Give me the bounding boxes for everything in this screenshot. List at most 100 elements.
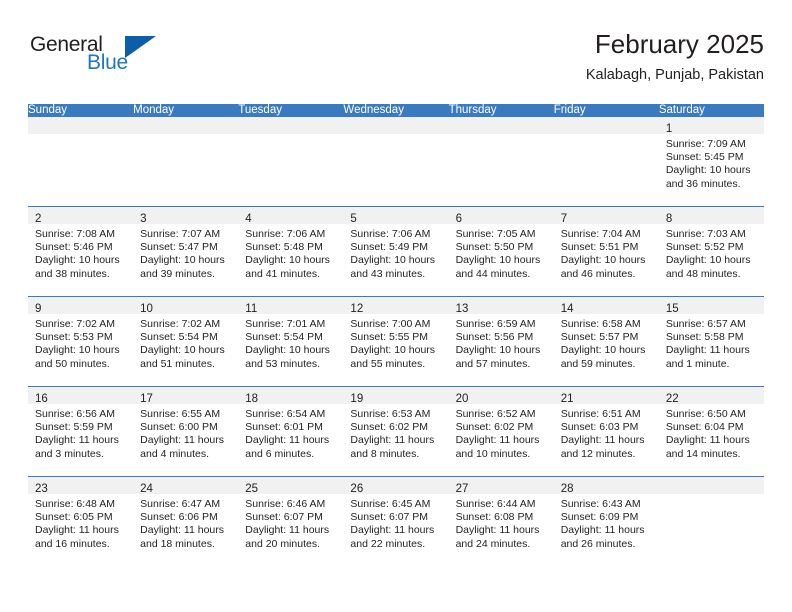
calendar-day-cell[interactable]: 24 Sunrise: 6:47 AM Sunset: 6:06 PM Dayligh… <box>133 476 239 566</box>
calendar-day-cell[interactable]: 21 Sunrise: 6:51 AM Sunset: 6:03 PM Dayligh… <box>553 386 659 477</box>
day-info-line: and 8 minutes. <box>350 447 420 460</box>
day-number: 7 <box>560 213 568 225</box>
day-number: 18 <box>245 393 259 405</box>
day-number-band: 12 <box>343 297 449 315</box>
day-info-line: Daylight: 11 hours <box>455 524 540 537</box>
day-info-line: Sunrise: 6:44 AM <box>455 498 536 510</box>
calendar-day-cell[interactable]: 10 Sunrise: 7:02 AM Sunset: 5:54 PM Dayligh… <box>133 296 239 387</box>
day-info-line: Sunrise: 7:08 AM <box>35 228 115 240</box>
calendar-day-cell[interactable]: 4 Sunrise: 7:06 AM Sunset: 5:48 PM Daylight… <box>238 206 344 297</box>
calendar-day-cell[interactable]: 16 Sunrise: 6:56 AM Sunset: 5:59 PM Dayligh… <box>28 386 134 477</box>
weekday-header-saturday: Saturday <box>658 104 764 117</box>
day-info-line: Daylight: 11 hours <box>245 524 330 537</box>
day-info-line: Sunset: 6:04 PM <box>665 421 744 434</box>
day-info-line: and 10 minutes. <box>455 447 531 460</box>
day-number-band: 8 <box>658 207 764 225</box>
day-info-line: Sunset: 6:02 PM <box>350 421 429 434</box>
day-number-band: 13 <box>448 297 554 315</box>
calendar-day-cell[interactable]: 5 Sunrise: 7:06 AM Sunset: 5:49 PM Daylight… <box>343 206 449 297</box>
day-info-line: and 20 minutes. <box>245 537 320 550</box>
calendar-day-cell[interactable]: 28 Sunrise: 6:43 AM Sunset: 6:09 PM Dayligh… <box>553 476 659 566</box>
day-info-line: and 38 minutes. <box>35 267 110 280</box>
calendar-day-cell[interactable]: 18 Sunrise: 6:54 AM Sunset: 6:01 PM Dayligh… <box>238 386 344 477</box>
day-sun-info: Sunrise: 7:02 AM Sunset: 5:54 PM Daylight:… <box>133 314 238 371</box>
calendar-day-cell[interactable]: 27 Sunrise: 6:44 AM Sunset: 6:08 PM Dayligh… <box>448 476 554 566</box>
calendar-day-cell[interactable]: 25 Sunrise: 6:46 AM Sunset: 6:07 PM Dayligh… <box>238 476 344 566</box>
day-sun-info: Sunrise: 6:56 AM Sunset: 5:59 PM Daylight:… <box>28 404 133 461</box>
day-info-line: and 24 minutes. <box>455 537 531 550</box>
calendar-day-cell[interactable]: 26 Sunrise: 6:45 AM Sunset: 6:07 PM Dayligh… <box>343 476 449 566</box>
day-sun-info <box>238 134 343 138</box>
day-number-band <box>553 117 659 134</box>
weekday-header-sunday: Sunday <box>28 104 134 117</box>
day-info-line: and 3 minutes. <box>35 447 104 460</box>
day-info-line: Sunset: 5:48 PM <box>245 241 323 254</box>
day-info-line: Sunset: 6:09 PM <box>560 511 639 524</box>
day-info-line: and 39 minutes. <box>140 267 215 280</box>
calendar-day-cell[interactable]: 13 Sunrise: 6:59 AM Sunset: 5:56 PM Dayligh… <box>448 296 554 387</box>
day-number: 11 <box>245 303 258 315</box>
day-number-band: 20 <box>448 387 554 405</box>
day-info-line: Sunrise: 6:45 AM <box>350 498 431 510</box>
day-info-line: Sunset: 5:46 PM <box>35 241 113 254</box>
day-info-line: and 6 minutes. <box>245 447 315 460</box>
calendar-day-cell[interactable]: 11 Sunrise: 7:01 AM Sunset: 5:54 PM Dayligh… <box>238 296 344 387</box>
general-blue-logo[interactable]: General Blue <box>30 34 156 86</box>
calendar-day-cell[interactable]: 14 Sunrise: 6:58 AM Sunset: 5:57 PM Dayligh… <box>553 296 659 387</box>
day-sun-info: Sunrise: 7:07 AM Sunset: 5:47 PM Daylight:… <box>133 224 238 281</box>
day-info-line: and 36 minutes. <box>665 177 741 190</box>
day-number: 28 <box>560 483 574 495</box>
day-info-line: Sunrise: 6:46 AM <box>245 498 326 510</box>
day-info-line: Daylight: 11 hours <box>35 524 119 537</box>
day-sun-info: Sunrise: 6:46 AM Sunset: 6:07 PM Daylight:… <box>238 494 343 551</box>
day-number: 17 <box>140 393 153 405</box>
calendar-day-cell[interactable]: 9 Sunrise: 7:02 AM Sunset: 5:53 PM Daylight… <box>28 296 134 387</box>
day-number: 24 <box>140 483 153 495</box>
day-info-line: Sunset: 6:05 PM <box>35 511 113 524</box>
day-info-line: Daylight: 11 hours <box>350 524 435 537</box>
calendar-day-cell[interactable]: 8 Sunrise: 7:03 AM Sunset: 5:52 PM Daylight… <box>658 206 764 297</box>
calendar-day-cell[interactable]: 22 Sunrise: 6:50 AM Sunset: 6:04 PM Dayligh… <box>658 386 764 477</box>
calendar-day-cell[interactable]: 12 Sunrise: 7:00 AM Sunset: 5:55 PM Dayligh… <box>343 296 449 387</box>
day-number: 9 <box>35 303 42 315</box>
day-info-line: Sunset: 5:50 PM <box>455 241 534 254</box>
day-info-line: Daylight: 10 hours <box>140 344 225 357</box>
day-sun-info: Sunrise: 7:09 AM Sunset: 5:45 PM Daylight:… <box>659 134 764 191</box>
day-info-line: Sunrise: 6:54 AM <box>245 408 326 420</box>
day-number: 13 <box>455 303 469 315</box>
title-block: February 2025 Kalabagh, Punjab, Pakistan <box>586 28 764 85</box>
day-info-line: Sunset: 5:55 PM <box>350 331 429 344</box>
calendar-day-cell[interactable]: 3 Sunrise: 7:07 AM Sunset: 5:47 PM Daylight… <box>133 206 239 297</box>
day-info-line: and 1 minute. <box>665 357 730 370</box>
day-number: 22 <box>665 393 679 405</box>
day-info-line: Sunset: 6:03 PM <box>560 421 639 434</box>
calendar-day-cell[interactable]: 23 Sunrise: 6:48 AM Sunset: 6:05 PM Dayligh… <box>28 476 134 566</box>
calendar-day-cell[interactable]: 7 Sunrise: 7:04 AM Sunset: 5:51 PM Daylight… <box>553 206 659 297</box>
calendar-day-cell[interactable]: 2 Sunrise: 7:08 AM Sunset: 5:46 PM Daylight… <box>28 206 134 297</box>
calendar-day-cell[interactable]: 20 Sunrise: 6:52 AM Sunset: 6:02 PM Dayligh… <box>448 386 554 477</box>
day-info-line: Daylight: 11 hours <box>35 434 119 447</box>
day-info-line: Sunset: 5:56 PM <box>455 331 534 344</box>
day-number-band: 27 <box>448 477 554 495</box>
calendar-day-cell-empty <box>448 116 554 207</box>
day-sun-info: Sunrise: 7:00 AM Sunset: 5:55 PM Daylight:… <box>343 314 448 371</box>
day-number-band: 16 <box>28 387 134 405</box>
calendar-day-cell[interactable]: 6 Sunrise: 7:05 AM Sunset: 5:50 PM Daylight… <box>448 206 554 297</box>
day-info-line: Sunrise: 6:43 AM <box>560 498 641 510</box>
day-number: 3 <box>140 213 147 225</box>
day-number: 20 <box>455 393 469 405</box>
day-info-line: Daylight: 11 hours <box>140 434 224 447</box>
calendar-day-cell[interactable]: 19 Sunrise: 6:53 AM Sunset: 6:02 PM Dayligh… <box>343 386 449 477</box>
calendar-week-row: 16 Sunrise: 6:56 AM Sunset: 5:59 PM Dayligh… <box>28 386 764 477</box>
calendar-day-cell[interactable]: 17 Sunrise: 6:55 AM Sunset: 6:00 PM Dayligh… <box>133 386 239 477</box>
day-number: 1 <box>665 123 673 135</box>
day-number-band <box>343 117 449 134</box>
day-number-band: 28 <box>553 477 659 495</box>
calendar-day-cell[interactable]: 15 Sunrise: 6:57 AM Sunset: 5:58 PM Dayligh… <box>658 296 764 387</box>
day-info-line: Daylight: 10 hours <box>245 344 330 357</box>
day-sun-info: Sunrise: 7:01 AM Sunset: 5:54 PM Daylight:… <box>238 314 343 371</box>
day-number-band <box>658 477 764 494</box>
day-sun-info: Sunrise: 7:06 AM Sunset: 5:49 PM Daylight:… <box>343 224 448 281</box>
day-number: 8 <box>665 213 673 225</box>
calendar-day-cell[interactable]: 1 Sunrise: 7:09 AM Sunset: 5:45 PM Daylight… <box>658 116 764 207</box>
